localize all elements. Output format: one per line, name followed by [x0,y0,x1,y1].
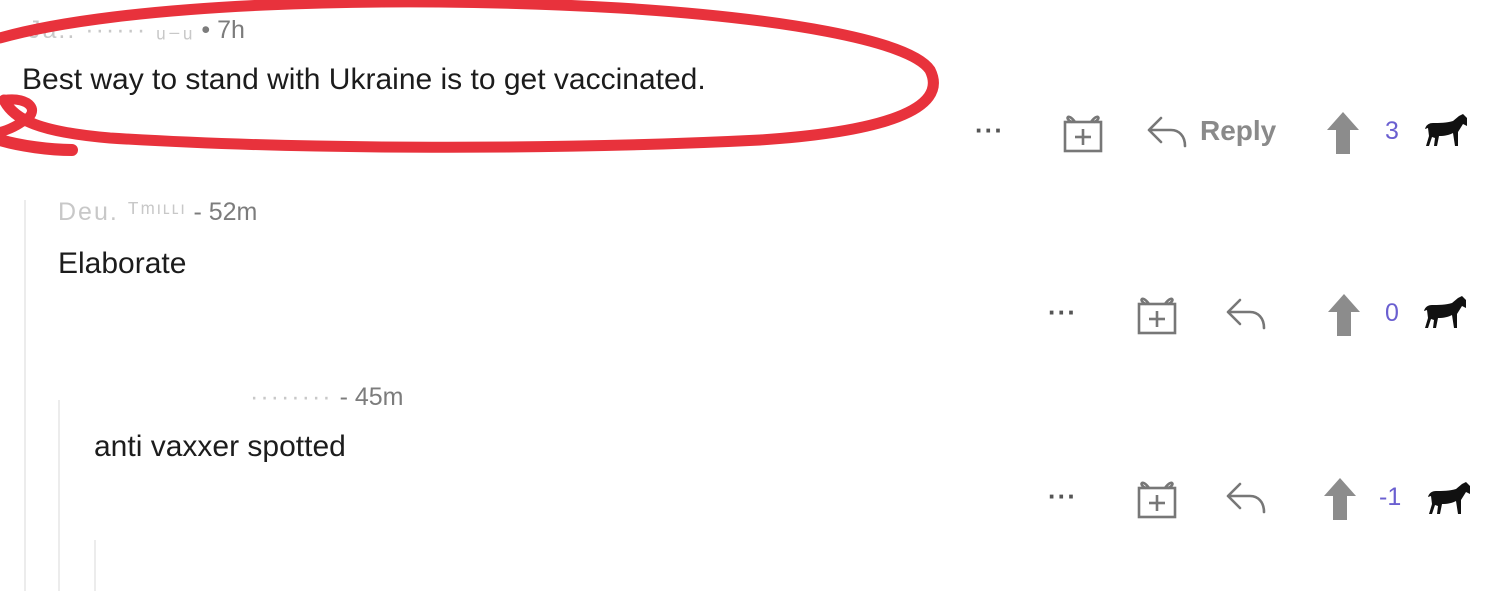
gift-award-icon [1137,297,1177,335]
reply-arrow-icon [1226,482,1266,514]
gift-award-icon [1063,115,1103,153]
reply-arrow-icon [1147,116,1187,148]
comment-body: Elaborate [58,247,187,280]
award-button[interactable] [1134,476,1180,525]
more-options-button[interactable]: ··· [1048,292,1077,332]
more-options-button[interactable]: ··· [1048,476,1077,516]
author-name-redacted[interactable]: Ja.. ······ ᵤ₋ᵤ [28,16,194,44]
vote-count: 3 [1385,117,1399,145]
vote-count: -1 [1379,483,1402,511]
downvote-horse-button[interactable] [1426,480,1472,523]
vote-count: 0 [1385,299,1399,327]
comment-body: anti vaxxer spotted [94,430,346,463]
comment-timestamp: 7h [217,16,245,44]
comment-timestamp: 45m [354,383,404,411]
downvote-horse-button[interactable] [1423,112,1469,155]
comment-meta: Ja.. ······ ᵤ₋ᵤ • 7h [28,16,245,44]
more-options-button[interactable]: ··· [975,110,1004,150]
upvote-button[interactable] [1325,110,1361,161]
thread-line-level2 [58,400,60,591]
author-name-redacted[interactable]: Deu. ᵀᵐᶦᶫᶫᶦ [58,198,187,226]
upvote-arrow-icon [1328,294,1360,336]
comment-meta: Deu. ᵀᵐᶦᶫᶫᶦ - 52m [58,198,258,226]
upvote-arrow-icon [1327,112,1359,154]
upvote-button[interactable] [1322,476,1358,527]
reply-label: Reply [1200,115,1277,146]
reply-arrow-icon [1226,298,1266,330]
gift-award-icon [1137,481,1177,519]
comment-actions: ··· Reply 3 [975,110,1475,158]
reply-button[interactable]: Reply [1145,110,1285,154]
comment-actions: ··· 0 [1048,292,1478,340]
comment-body: Best way to stand with Ukraine is to get… [22,63,706,96]
thread-line-level1 [24,200,26,591]
comment-thread: Ja.. ······ ᵤ₋ᵤ • 7h Best way to stand w… [0,0,1500,591]
upvote-button[interactable] [1326,292,1362,343]
comment-meta: ········ - 45m [250,383,404,411]
downvote-horse-button[interactable] [1422,294,1468,337]
comment-timestamp: 52m [208,198,258,226]
horse-icon [1425,114,1467,146]
author-name-redacted[interactable]: ········ [250,383,333,411]
reply-button[interactable] [1224,478,1268,523]
thread-line-level3 [94,540,96,591]
upvote-arrow-icon [1324,478,1356,520]
comment-actions: ··· -1 [1048,476,1480,524]
award-button[interactable] [1134,292,1180,341]
horse-icon [1424,296,1466,328]
horse-icon [1428,482,1470,514]
award-button[interactable] [1060,110,1106,159]
reply-button[interactable] [1224,294,1268,339]
